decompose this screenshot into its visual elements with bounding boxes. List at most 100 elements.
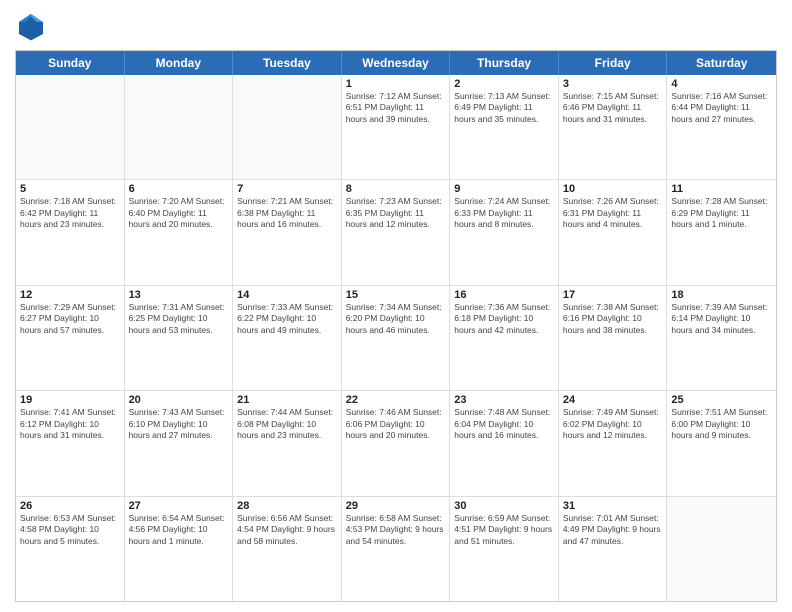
page: SundayMondayTuesdayWednesdayThursdayFrid… [0,0,792,612]
day-info: Sunrise: 7:29 AM Sunset: 6:27 PM Dayligh… [20,302,120,336]
day-info: Sunrise: 7:49 AM Sunset: 6:02 PM Dayligh… [563,407,663,441]
day-number: 10 [563,183,663,195]
day-number: 7 [237,183,337,195]
day-number: 15 [346,289,446,301]
day-info: Sunrise: 7:38 AM Sunset: 6:16 PM Dayligh… [563,302,663,336]
day-info: Sunrise: 7:21 AM Sunset: 6:38 PM Dayligh… [237,196,337,230]
day-number: 30 [454,500,554,512]
day-number: 8 [346,183,446,195]
header-day-monday: Monday [125,51,234,75]
calendar-day-31: 31Sunrise: 7:01 AM Sunset: 4:49 PM Dayli… [559,497,668,601]
day-info: Sunrise: 6:56 AM Sunset: 4:54 PM Dayligh… [237,513,337,547]
day-info: Sunrise: 7:36 AM Sunset: 6:18 PM Dayligh… [454,302,554,336]
calendar-day-24: 24Sunrise: 7:49 AM Sunset: 6:02 PM Dayli… [559,391,668,495]
header-day-wednesday: Wednesday [342,51,451,75]
day-info: Sunrise: 6:59 AM Sunset: 4:51 PM Dayligh… [454,513,554,547]
day-number: 29 [346,500,446,512]
day-number: 6 [129,183,229,195]
calendar-day-empty-4-6 [667,497,776,601]
day-info: Sunrise: 7:13 AM Sunset: 6:49 PM Dayligh… [454,91,554,125]
day-info: Sunrise: 7:43 AM Sunset: 6:10 PM Dayligh… [129,407,229,441]
day-number: 26 [20,500,120,512]
day-info: Sunrise: 7:01 AM Sunset: 4:49 PM Dayligh… [563,513,663,547]
calendar-row-3: 19Sunrise: 7:41 AM Sunset: 6:12 PM Dayli… [16,391,776,496]
calendar-day-25: 25Sunrise: 7:51 AM Sunset: 6:00 PM Dayli… [667,391,776,495]
calendar-day-16: 16Sunrise: 7:36 AM Sunset: 6:18 PM Dayli… [450,286,559,390]
day-number: 23 [454,394,554,406]
day-number: 19 [20,394,120,406]
day-number: 12 [20,289,120,301]
header-day-sunday: Sunday [16,51,125,75]
day-number: 17 [563,289,663,301]
day-number: 1 [346,78,446,90]
day-info: Sunrise: 7:39 AM Sunset: 6:14 PM Dayligh… [671,302,772,336]
calendar-day-22: 22Sunrise: 7:46 AM Sunset: 6:06 PM Dayli… [342,391,451,495]
calendar-day-30: 30Sunrise: 6:59 AM Sunset: 4:51 PM Dayli… [450,497,559,601]
day-info: Sunrise: 7:18 AM Sunset: 6:42 PM Dayligh… [20,196,120,230]
calendar-day-3: 3Sunrise: 7:15 AM Sunset: 6:46 PM Daylig… [559,75,668,179]
calendar: SundayMondayTuesdayWednesdayThursdayFrid… [15,50,777,602]
day-info: Sunrise: 7:12 AM Sunset: 6:51 PM Dayligh… [346,91,446,125]
calendar-day-10: 10Sunrise: 7:26 AM Sunset: 6:31 PM Dayli… [559,180,668,284]
day-number: 27 [129,500,229,512]
day-number: 9 [454,183,554,195]
calendar-day-9: 9Sunrise: 7:24 AM Sunset: 6:33 PM Daylig… [450,180,559,284]
calendar-row-0: 1Sunrise: 7:12 AM Sunset: 6:51 PM Daylig… [16,75,776,180]
day-number: 21 [237,394,337,406]
header-day-thursday: Thursday [450,51,559,75]
calendar-row-4: 26Sunrise: 6:53 AM Sunset: 4:58 PM Dayli… [16,497,776,601]
calendar-day-7: 7Sunrise: 7:21 AM Sunset: 6:38 PM Daylig… [233,180,342,284]
logo-icon [15,10,47,42]
calendar-day-28: 28Sunrise: 6:56 AM Sunset: 4:54 PM Dayli… [233,497,342,601]
calendar-day-27: 27Sunrise: 6:54 AM Sunset: 4:56 PM Dayli… [125,497,234,601]
day-number: 5 [20,183,120,195]
day-info: Sunrise: 7:41 AM Sunset: 6:12 PM Dayligh… [20,407,120,441]
day-info: Sunrise: 7:23 AM Sunset: 6:35 PM Dayligh… [346,196,446,230]
calendar-day-18: 18Sunrise: 7:39 AM Sunset: 6:14 PM Dayli… [667,286,776,390]
day-info: Sunrise: 6:53 AM Sunset: 4:58 PM Dayligh… [20,513,120,547]
day-info: Sunrise: 7:31 AM Sunset: 6:25 PM Dayligh… [129,302,229,336]
calendar-day-29: 29Sunrise: 6:58 AM Sunset: 4:53 PM Dayli… [342,497,451,601]
calendar-day-2: 2Sunrise: 7:13 AM Sunset: 6:49 PM Daylig… [450,75,559,179]
day-number: 14 [237,289,337,301]
calendar-body: 1Sunrise: 7:12 AM Sunset: 6:51 PM Daylig… [16,75,776,601]
day-number: 2 [454,78,554,90]
calendar-day-4: 4Sunrise: 7:16 AM Sunset: 6:44 PM Daylig… [667,75,776,179]
day-number: 11 [671,183,772,195]
day-number: 4 [671,78,772,90]
day-number: 20 [129,394,229,406]
day-number: 31 [563,500,663,512]
calendar-day-5: 5Sunrise: 7:18 AM Sunset: 6:42 PM Daylig… [16,180,125,284]
calendar-day-20: 20Sunrise: 7:43 AM Sunset: 6:10 PM Dayli… [125,391,234,495]
calendar-day-19: 19Sunrise: 7:41 AM Sunset: 6:12 PM Dayli… [16,391,125,495]
day-info: Sunrise: 7:44 AM Sunset: 6:08 PM Dayligh… [237,407,337,441]
day-number: 25 [671,394,772,406]
calendar-day-12: 12Sunrise: 7:29 AM Sunset: 6:27 PM Dayli… [16,286,125,390]
day-info: Sunrise: 7:26 AM Sunset: 6:31 PM Dayligh… [563,196,663,230]
calendar-day-8: 8Sunrise: 7:23 AM Sunset: 6:35 PM Daylig… [342,180,451,284]
day-number: 3 [563,78,663,90]
header-day-tuesday: Tuesday [233,51,342,75]
day-number: 18 [671,289,772,301]
day-info: Sunrise: 7:48 AM Sunset: 6:04 PM Dayligh… [454,407,554,441]
calendar-day-1: 1Sunrise: 7:12 AM Sunset: 6:51 PM Daylig… [342,75,451,179]
day-info: Sunrise: 6:54 AM Sunset: 4:56 PM Dayligh… [129,513,229,547]
day-info: Sunrise: 7:51 AM Sunset: 6:00 PM Dayligh… [671,407,772,441]
calendar-day-15: 15Sunrise: 7:34 AM Sunset: 6:20 PM Dayli… [342,286,451,390]
day-number: 13 [129,289,229,301]
day-info: Sunrise: 6:58 AM Sunset: 4:53 PM Dayligh… [346,513,446,547]
calendar-day-11: 11Sunrise: 7:28 AM Sunset: 6:29 PM Dayli… [667,180,776,284]
header [15,10,777,42]
calendar-day-21: 21Sunrise: 7:44 AM Sunset: 6:08 PM Dayli… [233,391,342,495]
calendar-day-13: 13Sunrise: 7:31 AM Sunset: 6:25 PM Dayli… [125,286,234,390]
day-number: 16 [454,289,554,301]
calendar-day-empty-0-1 [125,75,234,179]
calendar-day-6: 6Sunrise: 7:20 AM Sunset: 6:40 PM Daylig… [125,180,234,284]
day-info: Sunrise: 7:24 AM Sunset: 6:33 PM Dayligh… [454,196,554,230]
calendar-day-23: 23Sunrise: 7:48 AM Sunset: 6:04 PM Dayli… [450,391,559,495]
logo [15,10,51,42]
day-info: Sunrise: 7:15 AM Sunset: 6:46 PM Dayligh… [563,91,663,125]
calendar-row-2: 12Sunrise: 7:29 AM Sunset: 6:27 PM Dayli… [16,286,776,391]
day-info: Sunrise: 7:34 AM Sunset: 6:20 PM Dayligh… [346,302,446,336]
calendar-day-empty-0-0 [16,75,125,179]
